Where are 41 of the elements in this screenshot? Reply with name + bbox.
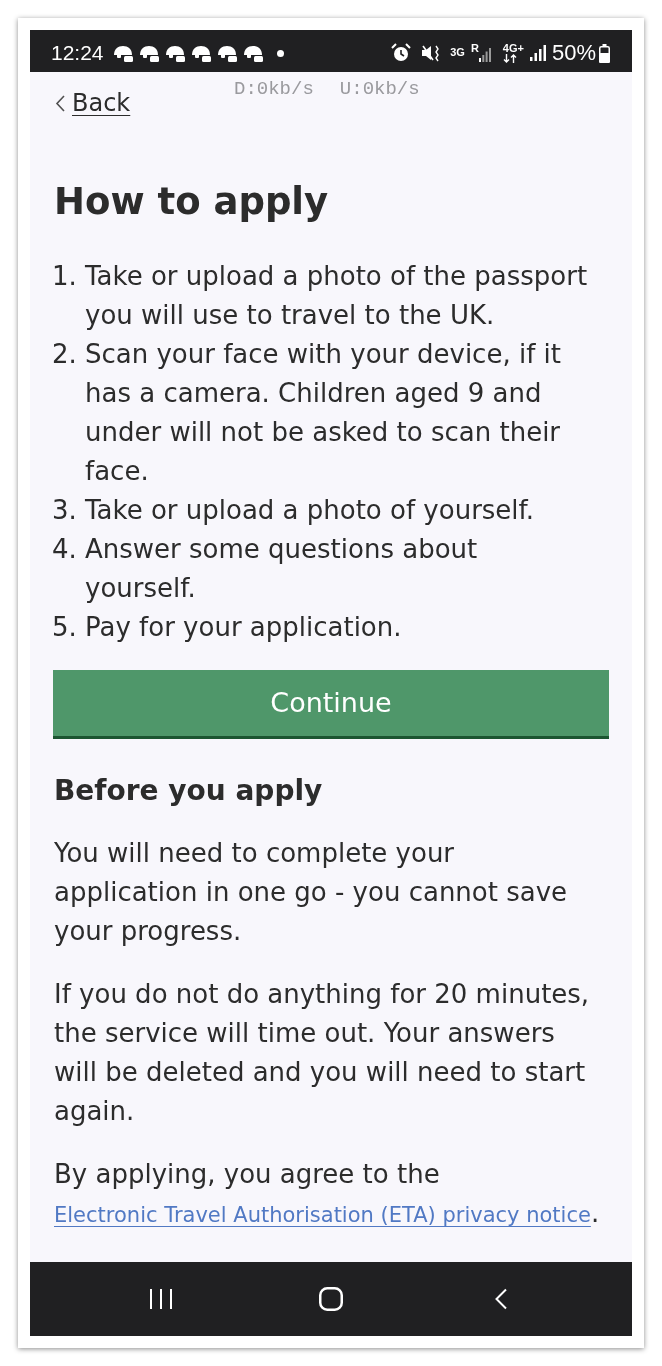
step-number: 4. (52, 533, 78, 566)
clock-text: 12:24 (51, 41, 104, 65)
page-heading: How to apply (54, 179, 330, 225)
body-paragraph: If you do not do anything for 20 minutes, the service will time out. Your answers will be deleted and you will need to start again. (54, 978, 591, 1128)
notification-icon (242, 44, 264, 62)
roaming-label: R (470, 42, 479, 54)
network-type-label: 3G (450, 46, 465, 58)
recent-apps-icon[interactable] (149, 1288, 173, 1310)
up-down-arrows-icon (503, 53, 518, 63)
signal-bars-icon (478, 48, 491, 62)
network-speed-text: D:0kb/s (234, 78, 314, 100)
step-text: Scan your face with your device, if it has a camera. Children aged 9 and under will not be asked to scan their face. (85, 338, 562, 488)
step-number: 5. (52, 611, 78, 644)
step-number: 3. (52, 494, 78, 527)
notification-icon (138, 44, 160, 62)
privacy-notice-link[interactable]: Electronic Travel Authorisation (ETA) privacy notice (54, 1203, 591, 1227)
continue-button[interactable]: Continue (53, 670, 609, 739)
notification-dot-icon (276, 49, 284, 57)
step-text: Take or upload a photo of the passport you will use to travel to the UK. (85, 260, 589, 332)
step-text: Pay for your application. (85, 611, 403, 644)
battery-percent-text: 50% (551, 40, 596, 66)
home-icon[interactable] (319, 1287, 343, 1311)
network-speed-text: U:0kb/s (339, 78, 420, 100)
network-type-label: 4G+ (502, 41, 524, 54)
notification-icon (216, 44, 238, 62)
back-link[interactable]: Back (55, 86, 131, 120)
signal-bars-icon (529, 45, 546, 61)
notification-icon (164, 44, 186, 62)
step-number: 2. (52, 338, 78, 371)
step-number: 1. (52, 260, 78, 293)
back-icon[interactable] (494, 1288, 508, 1310)
alarm-clock-icon (391, 43, 412, 63)
notification-icon (112, 44, 134, 62)
notification-icon (190, 44, 212, 62)
body-paragraph: You will need to complete your application in one go - you cannot save your progress. (54, 837, 569, 948)
step-text: Take or upload a photo of yourself. (85, 494, 536, 527)
privacy-paragraph: By applying, you agree to the Electronic Travel Authorisation (ETA) privacy notice. (54, 1158, 601, 1230)
chevron-left-icon (55, 94, 65, 112)
step-text: Answer some questions about yourself. (85, 533, 479, 605)
section-heading: Before you apply (54, 773, 324, 809)
battery-icon (599, 43, 610, 63)
